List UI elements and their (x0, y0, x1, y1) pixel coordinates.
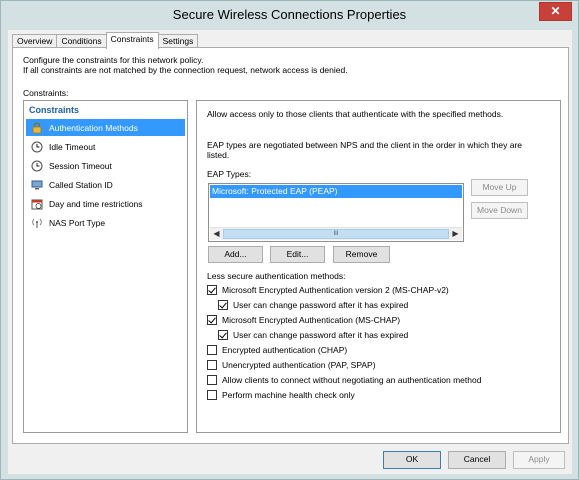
eap-types-label: EAP Types: (207, 169, 252, 179)
description-text: Allow access only to those clients that … (207, 109, 504, 119)
method-label: Microsoft Encrypted Authentication (MS-C… (222, 315, 401, 325)
close-icon: ✕ (550, 4, 561, 18)
method-label: Unencrypted authentication (PAP, SPAP) (222, 360, 376, 370)
close-button[interactable]: ✕ (539, 2, 572, 21)
list-item-session-timeout[interactable]: Session Timeout (26, 157, 185, 174)
constraints-list-header: Constraints (29, 105, 80, 115)
list-item-label: Day and time restrictions (49, 198, 143, 209)
checkbox[interactable] (207, 390, 217, 400)
checkbox[interactable] (218, 330, 228, 340)
method-label: User can change password after it has ex… (233, 330, 409, 340)
antenna-icon (31, 217, 43, 229)
constraints-tab-panel: Configure the constraints for this netwo… (12, 47, 569, 444)
list-item-called-station-id[interactable]: Called Station ID (26, 176, 185, 193)
method-label: Allow clients to connect without negotia… (222, 375, 482, 385)
tab-strip: Overview Conditions Constraints Settings (12, 32, 199, 49)
lock-icon (31, 121, 43, 134)
list-item-label: Session Timeout (49, 160, 112, 171)
authentication-methods-panel: Allow access only to those clients that … (196, 100, 561, 433)
calendar-icon (31, 198, 43, 210)
ok-button[interactable]: OK (383, 451, 441, 469)
clock-icon (31, 160, 43, 172)
move-down-button[interactable]: Move Down (471, 202, 528, 219)
constraints-label: Constraints: (23, 88, 69, 98)
checkbox[interactable] (218, 300, 228, 310)
method-ms-chap-v2-change-password[interactable]: User can change password after it has ex… (218, 300, 408, 310)
eap-types-list[interactable]: Microsoft: Protected EAP (PEAP) ◀ III ▶ (208, 183, 464, 242)
list-item-authentication-methods[interactable]: Authentication Methods (26, 119, 185, 136)
cancel-button[interactable]: Cancel (448, 451, 506, 469)
checkbox[interactable] (207, 360, 217, 370)
remove-button[interactable]: Remove (333, 246, 390, 263)
method-no-negotiation[interactable]: Allow clients to connect without negotia… (207, 375, 481, 385)
checkbox[interactable] (207, 345, 217, 355)
window-title: Secure Wireless Connections Properties (172, 7, 407, 22)
list-item-label: Authentication Methods (49, 122, 138, 133)
method-ms-chap-v2[interactable]: Microsoft Encrypted Authentication versi… (207, 285, 449, 295)
method-health-check-only[interactable]: Perform machine health check only (207, 390, 355, 400)
eap-note-line-1: EAP types are negotiated between NPS and… (207, 140, 523, 150)
list-item-label: Called Station ID (49, 179, 113, 190)
method-ms-chap[interactable]: Microsoft Encrypted Authentication (MS-C… (207, 315, 400, 325)
computer-icon (31, 179, 43, 191)
intro-line-2: If all constraints are not matched by th… (23, 65, 348, 75)
eap-type-item[interactable]: Microsoft: Protected EAP (PEAP) (210, 185, 462, 198)
list-item-label: Idle Timeout (49, 141, 96, 152)
scroll-right-icon[interactable]: ▶ (449, 228, 462, 240)
checkbox[interactable] (207, 285, 217, 295)
list-item-label: NAS Port Type (49, 217, 106, 228)
scroll-left-icon[interactable]: ◀ (210, 228, 223, 240)
horizontal-scrollbar[interactable]: ◀ III ▶ (210, 227, 462, 240)
less-secure-label: Less secure authentication methods: (207, 271, 346, 281)
move-up-button[interactable]: Move Up (471, 179, 528, 196)
method-label: Perform machine health check only (222, 390, 355, 400)
tab-constraints[interactable]: Constraints (105, 32, 159, 49)
method-pap-spap[interactable]: Unencrypted authentication (PAP, SPAP) (207, 360, 376, 370)
list-item-idle-timeout[interactable]: Idle Timeout (26, 138, 185, 155)
title-bar[interactable]: Secure Wireless Connections Properties ✕ (1, 1, 578, 30)
method-label: User can change password after it has ex… (233, 300, 409, 310)
checkbox[interactable] (207, 375, 217, 385)
checkbox[interactable] (207, 315, 217, 325)
method-ms-chap-change-password[interactable]: User can change password after it has ex… (218, 330, 408, 340)
intro-text: Configure the constraints for this netwo… (23, 55, 348, 75)
add-button[interactable]: Add... (208, 246, 263, 263)
intro-line-1: Configure the constraints for this netwo… (23, 55, 204, 65)
edit-button[interactable]: Edit... (270, 246, 325, 263)
method-label: Microsoft Encrypted Authentication versi… (222, 285, 449, 295)
constraints-list: Constraints Authentication Methods Idle … (23, 100, 188, 433)
apply-button[interactable]: Apply (513, 451, 565, 469)
dialog-window: Secure Wireless Connections Properties ✕… (0, 0, 579, 480)
list-item-nas-port-type[interactable]: NAS Port Type (26, 214, 185, 231)
eap-note-line-2: listed. (207, 150, 230, 160)
dialog-client-area: Overview Conditions Constraints Settings… (8, 30, 572, 474)
list-item-day-time-restrictions[interactable]: Day and time restrictions (26, 195, 185, 212)
method-chap[interactable]: Encrypted authentication (CHAP) (207, 345, 347, 355)
scroll-thumb[interactable]: III (223, 229, 449, 239)
clock-icon (31, 141, 43, 153)
method-label: Encrypted authentication (CHAP) (222, 345, 348, 355)
